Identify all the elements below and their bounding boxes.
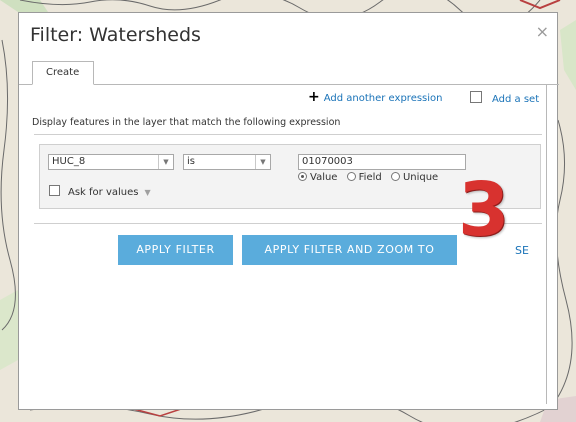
radio-field[interactable]: Field	[346, 172, 382, 183]
radio-value[interactable]: Value	[298, 172, 337, 183]
step-number-annotation: 3	[458, 167, 510, 253]
divider	[34, 134, 542, 135]
apply-filter-zoom-button[interactable]: APPLY FILTER AND ZOOM TO	[242, 235, 457, 265]
operator-select-value: is	[187, 156, 195, 167]
add-expression-link[interactable]: + Add another expression	[308, 89, 443, 105]
ask-for-values-label: Ask for values	[68, 187, 139, 198]
close-icon[interactable]: ×	[536, 22, 549, 41]
chevron-down-icon: ▼	[255, 155, 270, 169]
tab-create[interactable]: Create	[32, 61, 94, 85]
filter-description: Display features in the layer that match…	[32, 117, 341, 128]
add-set-checkbox[interactable]	[470, 91, 482, 103]
radio-label: Unique	[402, 172, 439, 183]
ask-for-values-checkbox[interactable]	[49, 185, 60, 196]
triangle-down-icon: ▼	[144, 188, 151, 197]
radio-label: Value	[310, 172, 338, 183]
apply-filter-button[interactable]: APPLY FILTER	[118, 235, 233, 265]
radio-button[interactable]	[346, 172, 356, 181]
field-select[interactable]: HUC_8 ▼	[48, 154, 174, 170]
radio-unique[interactable]: Unique	[390, 172, 439, 183]
radio-button[interactable]	[298, 172, 307, 181]
add-set-label: Add a set	[492, 94, 540, 105]
plus-icon: +	[308, 89, 320, 105]
field-select-value: HUC_8	[52, 156, 86, 167]
value-type-radio-group: Value Field Unique	[298, 172, 444, 183]
radio-button[interactable]	[390, 172, 400, 181]
chevron-down-icon: ▼	[158, 155, 173, 169]
close-button[interactable]: SE	[515, 244, 529, 257]
add-set-option[interactable]: Add a set	[470, 91, 539, 105]
radio-label: Field	[358, 172, 382, 183]
operator-select[interactable]: is ▼	[183, 154, 271, 170]
add-expression-label: Add another expression	[323, 93, 443, 104]
dialog-title: Filter: Watersheds	[30, 24, 201, 46]
ask-for-values-option[interactable]: Ask for values ▼	[49, 185, 151, 198]
value-input[interactable]: 01070003	[298, 154, 466, 170]
